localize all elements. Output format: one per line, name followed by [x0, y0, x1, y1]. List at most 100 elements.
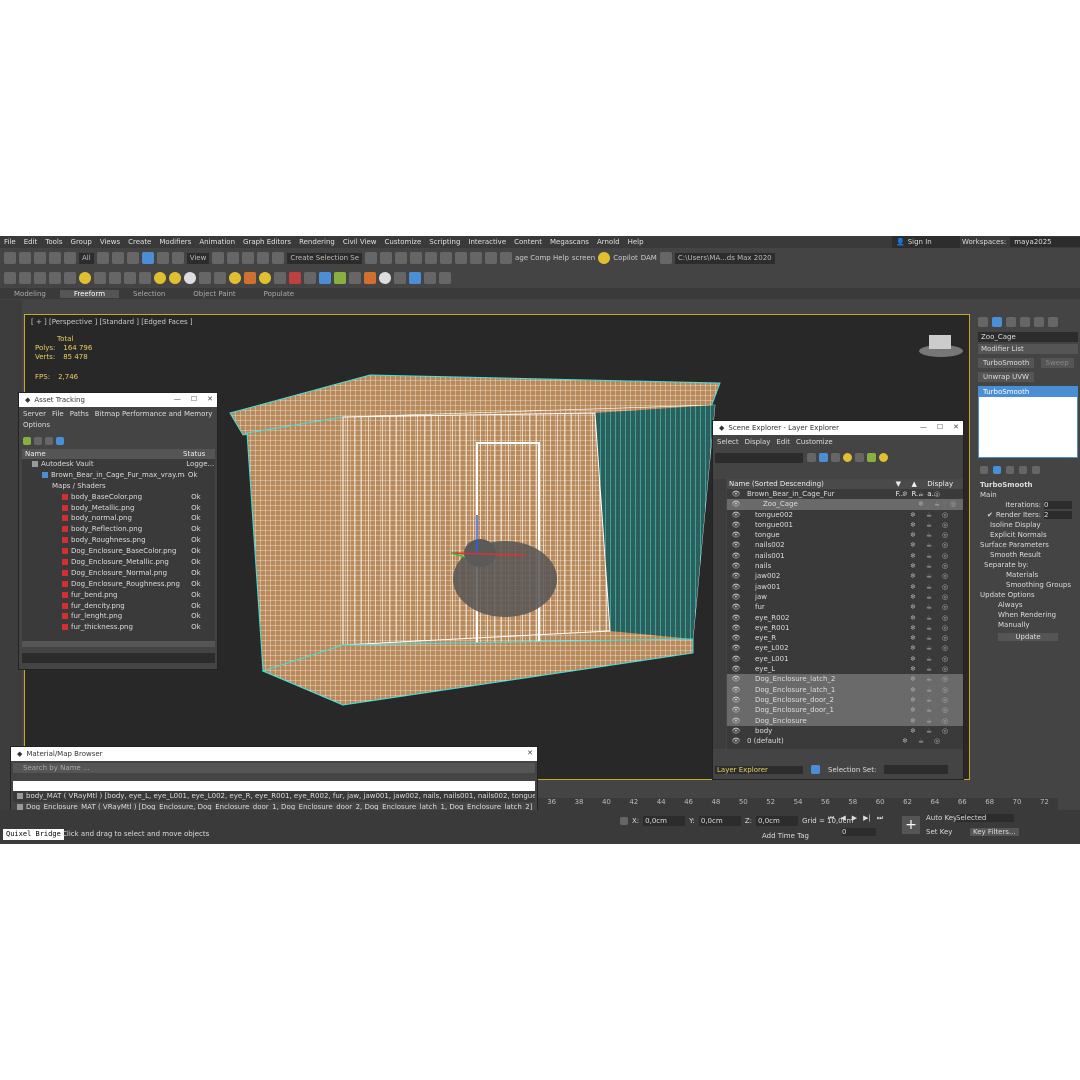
display-tab-icon[interactable]	[1034, 317, 1044, 327]
menu-item-create[interactable]: Create	[124, 238, 155, 246]
motion-tab-icon[interactable]	[1020, 317, 1030, 327]
auto-key-button[interactable]: Auto Key	[926, 814, 957, 822]
display-toggle-icon[interactable]: ◎	[937, 582, 953, 592]
display-toggle-icon[interactable]: ◎	[937, 716, 953, 726]
menu-item-scripting[interactable]: Scripting	[425, 238, 464, 246]
refresh-icon[interactable]	[23, 437, 31, 445]
maximize-icon[interactable]: ☐	[937, 423, 943, 431]
scene-menu-select[interactable]: Select	[717, 438, 739, 446]
scene-row[interactable]: 👁 nails001 ❄ ☕ ◎	[727, 551, 963, 561]
visibility-eye-icon[interactable]: 👁	[727, 736, 745, 746]
col-renderable[interactable]: ▲ R...	[911, 479, 927, 498]
update-button[interactable]: Update	[998, 633, 1058, 641]
display-toggle-icon[interactable]: ◎	[937, 664, 953, 674]
cloth-icon[interactable]	[349, 272, 361, 284]
render-toggle-icon[interactable]: ☕	[921, 685, 937, 695]
freeze-toggle-icon[interactable]: ❄	[905, 551, 921, 561]
asset-row[interactable]: Maps / Shaders	[22, 481, 215, 492]
plane-icon[interactable]	[154, 272, 166, 284]
material-browser-titlebar[interactable]: ◆ Material/Map Browser ✕	[11, 747, 537, 761]
scene-menu-customize[interactable]: Customize	[796, 438, 833, 446]
render-toggle-icon[interactable]: ☕	[921, 551, 937, 561]
lock-icon[interactable]	[424, 272, 436, 284]
visibility-eye-icon[interactable]: 👁	[727, 530, 745, 540]
x-field[interactable]: 0,0cm	[643, 816, 686, 826]
hierarchy-tab-icon[interactable]	[1006, 317, 1016, 327]
layer-explorer-icon[interactable]	[395, 252, 408, 264]
material-icon[interactable]	[244, 272, 256, 284]
render-toggle-icon[interactable]: ☕	[921, 571, 937, 581]
ies-light-icon[interactable]	[259, 272, 271, 284]
fur-icon[interactable]	[364, 272, 376, 284]
mirror-icon[interactable]	[365, 252, 378, 264]
sign-in-button[interactable]: 👤 Sign In	[892, 236, 960, 248]
scene-row[interactable]: 👁 eye_L ❄ ☕ ◎	[727, 664, 963, 674]
render-toggle-icon[interactable]: ☕	[921, 582, 937, 592]
select-move-icon[interactable]	[141, 252, 154, 264]
asset-row[interactable]: body_BaseColor.png Ok	[22, 492, 215, 503]
freeze-toggle-icon[interactable]: ❄	[905, 674, 921, 684]
current-frame-field[interactable]: 0	[842, 828, 876, 836]
render-iters-checkbox[interactable]: ✔	[987, 511, 993, 519]
visibility-eye-icon[interactable]: 👁	[727, 716, 745, 726]
screen-link[interactable]: screen	[572, 254, 595, 262]
sweep-button[interactable]: Sweep	[1040, 358, 1074, 368]
render-toggle-icon[interactable]: ☕	[921, 561, 937, 571]
render-toggle-icon[interactable]: ☕	[921, 705, 937, 715]
select-by-name-icon[interactable]	[111, 252, 124, 264]
wave-icon[interactable]	[64, 272, 76, 284]
hair-icon[interactable]	[304, 272, 316, 284]
freeze-toggle-icon[interactable]: ❄	[905, 633, 921, 643]
render-toggle-icon[interactable]: ☕	[929, 499, 945, 509]
sphere-icon[interactable]	[184, 272, 196, 284]
menu-item-animation[interactable]: Animation	[195, 238, 239, 246]
display-toggle-icon[interactable]: ◎	[937, 705, 953, 715]
display-toggle-icon[interactable]: ◎	[937, 551, 953, 561]
menu-item-graph-editors[interactable]: Graph Editors	[239, 238, 295, 246]
render-toggle-icon[interactable]: ☕	[921, 633, 937, 643]
menu-item-rendering[interactable]: Rendering	[295, 238, 339, 246]
gear-icon[interactable]	[394, 272, 406, 284]
scene-row[interactable]: 👁 eye_L001 ❄ ☕ ◎	[727, 654, 963, 664]
freeze-toggle-icon[interactable]: ❄	[897, 736, 913, 746]
menu-item-megascans[interactable]: Megascans	[546, 238, 593, 246]
shape-icon[interactable]	[19, 272, 31, 284]
selection-set-select[interactable]	[884, 765, 949, 774]
freeze-toggle-icon[interactable]: ❄	[905, 530, 921, 540]
render-toggle-icon[interactable]: ☕	[913, 489, 929, 499]
material-search-input[interactable]: Search by Name ...	[13, 763, 535, 773]
select-rotate-icon[interactable]	[156, 252, 169, 264]
visibility-eye-icon[interactable]: 👁	[727, 561, 745, 571]
render-toggle-icon[interactable]: ☕	[921, 643, 937, 653]
freeze-toggle-icon[interactable]: ❄	[905, 716, 921, 726]
selection-filter-select[interactable]: All	[79, 252, 94, 264]
camera-icon[interactable]	[94, 272, 106, 284]
remove-modifier-icon[interactable]	[1019, 466, 1027, 474]
scene-row[interactable]: 👁 eye_R ❄ ☕ ◎	[727, 633, 963, 643]
undo-icon[interactable]	[4, 252, 16, 264]
unwrap-uvw-button[interactable]: Unwrap UVW	[978, 372, 1034, 382]
visibility-eye-icon[interactable]: 👁	[727, 602, 745, 612]
lightbulb-icon[interactable]	[598, 252, 611, 264]
scene-row[interactable]: 👁 Dog_Enclosure_door_2 ❄ ☕ ◎	[727, 694, 963, 706]
snaps-toggle-icon[interactable]	[227, 252, 240, 264]
scene-menu-edit[interactable]: Edit	[776, 438, 790, 446]
reference-coordinate-select[interactable]: View	[186, 252, 210, 264]
visibility-eye-icon[interactable]: 👁	[727, 510, 745, 520]
asset-row[interactable]: Dog_Enclosure_Normal.png Ok	[22, 568, 215, 579]
asset-row[interactable]: fur_dencity.png Ok	[22, 601, 215, 612]
unlink-icon[interactable]	[49, 252, 61, 264]
scene-row[interactable]: 👁 nails002 ❄ ☕ ◎	[727, 540, 963, 550]
select-scale-icon[interactable]	[171, 252, 184, 264]
visibility-eye-icon[interactable]: 👁	[727, 551, 745, 561]
visibility-eye-icon[interactable]: 👁	[727, 613, 745, 623]
grid-view-icon[interactable]	[56, 437, 64, 445]
visibility-eye-icon[interactable]: 👁	[727, 520, 745, 530]
visibility-eye-icon[interactable]: 👁	[727, 499, 745, 509]
dam-button[interactable]: DAM	[641, 254, 657, 262]
when-rendering-radio[interactable]: When Rendering	[976, 610, 1080, 620]
visibility-eye-icon[interactable]: 👁	[727, 643, 745, 653]
scene-row[interactable]: 👁 jaw001 ❄ ☕ ◎	[727, 582, 963, 592]
terrain-icon[interactable]	[4, 272, 16, 284]
workspace-select[interactable]: maya2025	[1010, 237, 1080, 247]
